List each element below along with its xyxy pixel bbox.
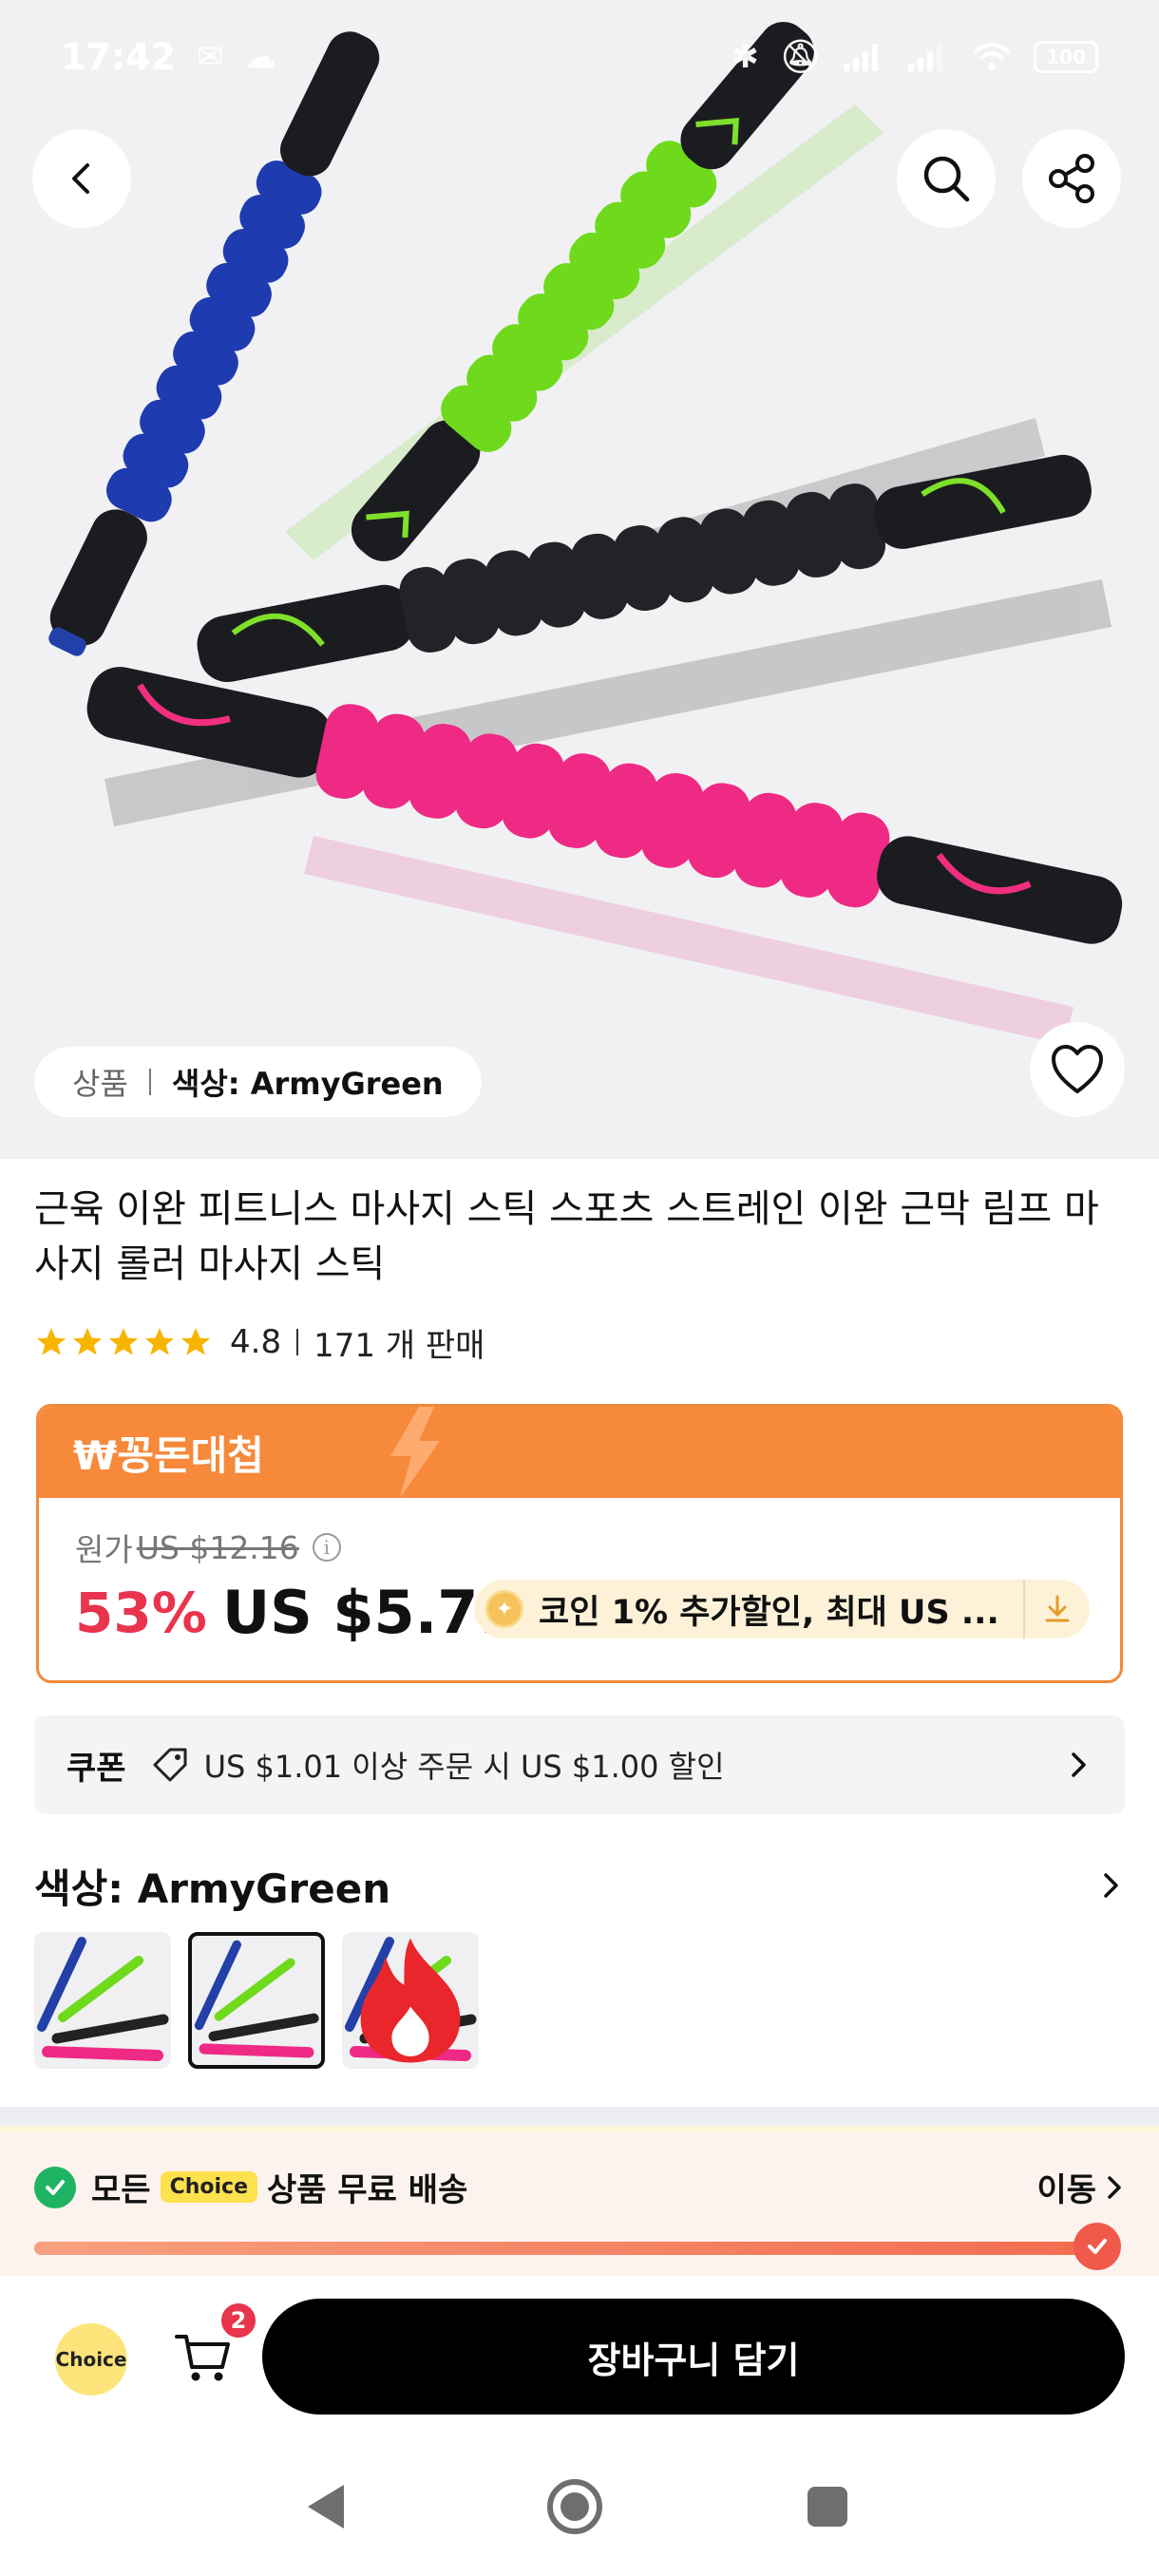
star-icon [73, 1328, 102, 1355]
shipping-progress-bar [34, 2242, 1094, 2255]
color-thumbnail [194, 1940, 319, 2058]
search-icon [923, 156, 970, 202]
cloud-icon: ☁ [244, 38, 277, 76]
star-rating [34, 1325, 213, 1359]
nav-recent-apps-icon[interactable] [808, 2487, 847, 2527]
color-option-mixed-set[interactable] [342, 1932, 479, 2069]
coin-icon: ✦ [485, 1590, 523, 1628]
status-bar: 17:42 ✉ ☁ ✱ 🔕︎ 100 [0, 0, 1159, 114]
original-price-label: 원가 [75, 1531, 133, 1568]
shipping-go-link[interactable]: 이동 [1036, 2164, 1125, 2210]
product-image-gallery[interactable]: 17:42 ✉ ☁ ✱ 🔕︎ 100 상품 색상: ArmyGreen [0, 0, 1159, 1159]
rating-row[interactable]: 4.8 171 개 판매 [34, 1316, 484, 1368]
download-icon [1045, 1595, 1070, 1622]
coupon-label: 쿠폰 [66, 1749, 126, 1788]
star-icon [181, 1328, 210, 1355]
deal-banner: ₩꽁돈대첩 [39, 1407, 1120, 1498]
cart-count-badge: 2 [218, 2301, 258, 2340]
coupon-text: US $1.01 이상 주문 시 US $1.00 할인 [203, 1749, 725, 1785]
shipping-prefix: 모든 [91, 2171, 151, 2209]
bluetooth-icon: ✱ [732, 38, 759, 76]
color-option-armygreen[interactable] [188, 1932, 325, 2069]
star-icon [145, 1328, 174, 1355]
add-to-cart-button[interactable]: 장바구니 담기 [262, 2299, 1125, 2415]
deal-card: ₩꽁돈대첩 원가 US $12.16 i 53% US $5.71 ✦ 코인 1… [36, 1404, 1123, 1683]
original-price-row: 원가 US $12.16 i [75, 1525, 1086, 1570]
rating-value: 4.8 [230, 1323, 282, 1361]
color-selector-header[interactable]: 색상: ArmyGreen [34, 1852, 1125, 1919]
hot-flame-icon [360, 1938, 461, 2063]
system-navigation-bar [0, 2437, 1159, 2576]
share-button[interactable] [1022, 129, 1121, 228]
deal-banner-title: ₩꽁돈대첩 [73, 1431, 264, 1479]
notification-icon: ✉ [196, 38, 224, 76]
divider [148, 1069, 151, 1095]
coin-discount-chip[interactable]: ✦ 코인 1% 추가할인, 최대 US ... [474, 1580, 1090, 1638]
choice-button[interactable]: Choice [55, 2323, 127, 2396]
bottom-action-bar: Choice 2 장바구니 담기 [0, 2276, 1159, 2437]
color-heading: 색상: ArmyGreen [34, 1865, 391, 1912]
battery-indicator: 100 [1034, 41, 1098, 73]
discount-percent: 53% [75, 1580, 207, 1645]
shipping-progress-fill [34, 2242, 1094, 2255]
variant-label: 상품 [72, 1066, 128, 1102]
divider [296, 1329, 299, 1355]
lightning-icon [390, 1407, 440, 1498]
back-button[interactable] [32, 129, 131, 228]
star-icon [109, 1328, 138, 1355]
cart-icon[interactable] [173, 2327, 234, 2388]
chevron-right-icon [1108, 2175, 1121, 2199]
color-thumbnail [37, 1937, 169, 2061]
star-icon [37, 1328, 66, 1355]
download-coupon-button[interactable] [1023, 1580, 1090, 1638]
color-option-blue-set[interactable] [34, 1932, 171, 2069]
section-divider [0, 2107, 1159, 2126]
mute-icon: 🔕︎ [779, 38, 821, 76]
signal-icon-2 [908, 44, 942, 71]
coupon-row[interactable]: 쿠폰 US $1.01 이상 주문 시 US $1.00 할인 [34, 1715, 1125, 1814]
variant-indicator[interactable]: 상품 색상: ArmyGreen [34, 1047, 482, 1117]
status-time: 17:42 [61, 36, 176, 78]
chevron-left-icon [72, 163, 89, 194]
wishlist-button[interactable] [1030, 1022, 1125, 1117]
check-icon [34, 2166, 76, 2208]
sold-count: 171 개 판매 [314, 1326, 485, 1365]
shipping-suffix: 상품 무료 배송 [267, 2171, 468, 2209]
product-title: 근육 이완 피트니스 마사지 스틱 스포츠 스트레인 이완 근막 림프 마사지 … [34, 1187, 1099, 1286]
shipping-go-label: 이동 [1036, 2171, 1096, 2209]
search-button[interactable] [897, 129, 996, 228]
info-icon[interactable]: i [312, 1533, 341, 1562]
free-shipping-banner[interactable]: 모든 Choice 상품 무료 배송 이동 [0, 2126, 1159, 2276]
variant-value: 색상: ArmyGreen [171, 1066, 444, 1102]
nav-home-icon[interactable] [545, 2477, 604, 2536]
color-options [34, 1932, 479, 2069]
free-shipping-text: 모든 Choice 상품 무료 배송 [91, 2164, 467, 2210]
share-icon [1049, 154, 1094, 203]
heart-icon [1052, 1045, 1103, 1093]
original-price: US $12.16 [136, 1528, 299, 1566]
tag-icon [153, 1748, 187, 1782]
nav-back-icon[interactable] [302, 2481, 350, 2532]
signal-icon [844, 44, 878, 71]
wifi-icon [973, 43, 1011, 70]
progress-complete-icon [1074, 2223, 1121, 2270]
chevron-right-icon [1072, 1752, 1086, 1777]
chevron-right-icon [1104, 1873, 1118, 1898]
choice-badge-inline: Choice [160, 2171, 257, 2203]
coin-discount-text: 코인 1% 추가할인, 최대 US ... [539, 1593, 999, 1632]
